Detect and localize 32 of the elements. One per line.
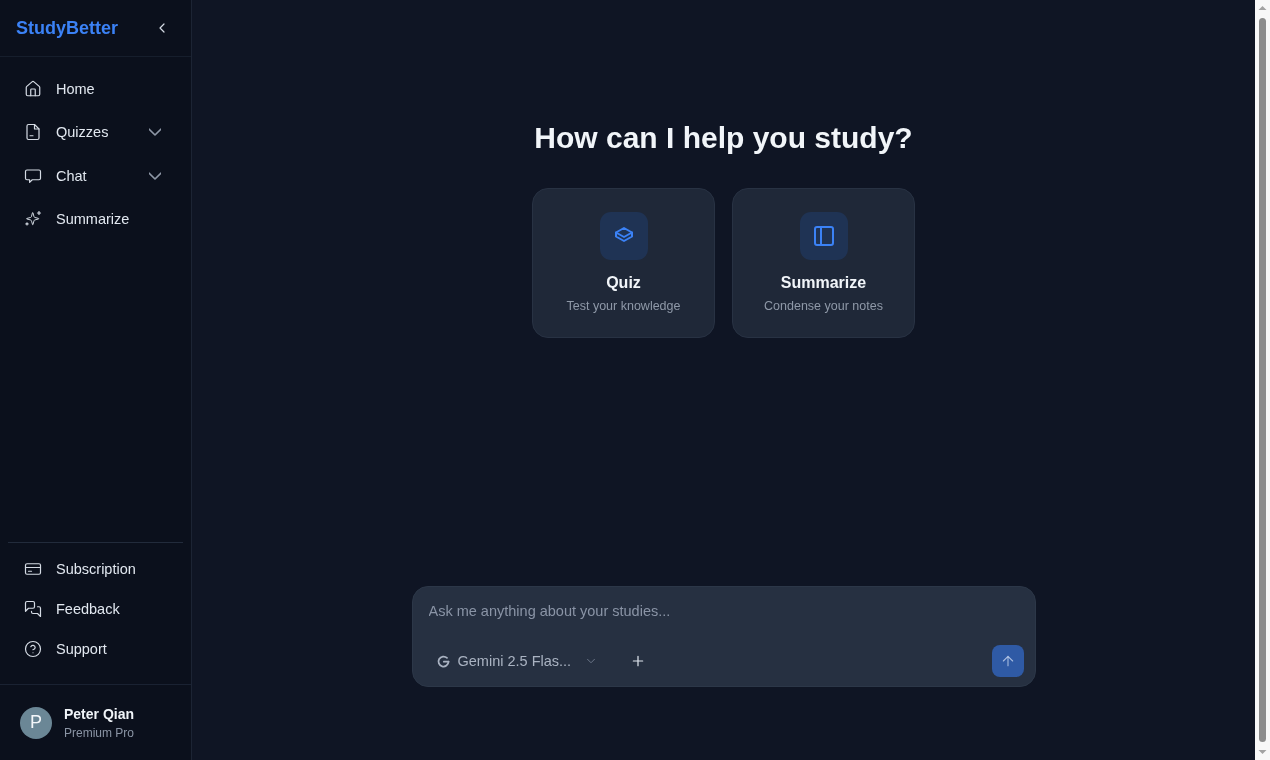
speech-bubble-icon xyxy=(24,167,42,185)
action-card[interactable]: Summarize Condense your notes xyxy=(732,188,915,338)
nav-item[interactable]: Feedback xyxy=(8,589,183,629)
message-input[interactable]: Ask me anything about your studies... xyxy=(423,598,1014,624)
scrollbar[interactable] xyxy=(1255,0,1270,760)
layers-icon xyxy=(599,212,648,260)
nav-item[interactable]: Subscription xyxy=(8,549,183,589)
document-icon xyxy=(24,123,42,141)
model-selector[interactable]: Gemini 2.5 Flas... xyxy=(427,645,607,677)
help-icon xyxy=(24,640,42,658)
letter-g-icon xyxy=(435,653,451,669)
card-subtitle: Test your knowledge xyxy=(566,298,681,314)
nav-item[interactable]: Quizzes xyxy=(8,110,183,154)
page-heading: How can I help you study? xyxy=(534,120,913,156)
credit-card-icon xyxy=(24,560,42,578)
chat-bubbles-icon xyxy=(24,600,42,618)
send-button[interactable] xyxy=(991,645,1024,677)
avatar: P xyxy=(20,706,52,739)
nav-item[interactable]: Summarize xyxy=(8,198,183,240)
card-title: Quiz xyxy=(606,273,641,293)
home-icon xyxy=(24,80,42,98)
nav-item[interactable]: Home xyxy=(8,68,183,110)
nav-item[interactable]: Chat xyxy=(8,154,183,198)
nav-item[interactable]: Support xyxy=(8,629,183,669)
sparkles-icon xyxy=(24,210,42,228)
side-panel-icon xyxy=(799,212,848,260)
app-logo: StudyBetter xyxy=(16,17,118,39)
user-name: Peter Qian xyxy=(64,705,135,722)
card-title: Summarize xyxy=(780,273,867,293)
user-plan: Premium Pro xyxy=(64,725,135,740)
card-subtitle: Condense your notes xyxy=(764,298,883,314)
action-card[interactable]: Quiz Test your knowledge xyxy=(532,188,715,338)
